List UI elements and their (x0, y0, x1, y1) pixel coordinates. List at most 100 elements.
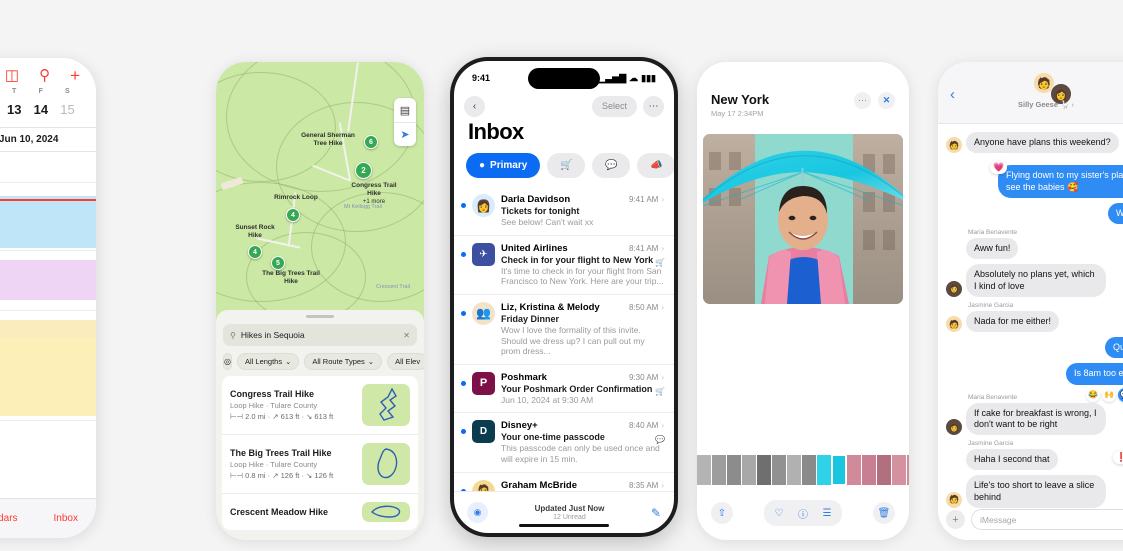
filter-all-route-types[interactable]: All Route Types ⌄ (304, 353, 383, 370)
message-bubble[interactable]: Life's too short to leave a slice behind (966, 475, 1106, 508)
map-controls[interactable]: ▤ ➤ (394, 98, 416, 146)
adjust-icon[interactable]: ☰ (816, 502, 838, 524)
list-item[interactable]: 👩 If cake for breakfast is wrong, I don'… (946, 402, 1123, 435)
list-item[interactable]: The Big Trees Trail Hike Loop Hike · Tul… (222, 435, 418, 494)
close-icon[interactable]: ✕ (878, 92, 895, 109)
compose-icon[interactable]: ✎ (651, 506, 661, 520)
favorite-icon[interactable]: ♡ (768, 502, 790, 524)
list-item[interactable]: Crescent Meadow Hike (222, 494, 418, 530)
reaction-hands-icon[interactable]: 🙌 (1102, 387, 1116, 402)
list-item[interactable]: Quick ques (946, 337, 1123, 359)
back-button[interactable]: ‹ (464, 95, 485, 117)
list-item[interactable]: Aww fun! (946, 238, 1123, 260)
message-bubble[interactable]: Is 8am too early for c (1065, 363, 1123, 385)
list-item[interactable]: Flying down to my sister's place to see … (946, 165, 1123, 198)
map-label-big-trees[interactable]: The Big Trees Trail Hike (236, 270, 346, 286)
filmstrip-selected[interactable] (832, 455, 846, 485)
list-item[interactable]: What about (946, 202, 1123, 224)
clear-icon[interactable]: ✕ (403, 331, 410, 340)
filter-target-icon[interactable]: ◎ (223, 353, 232, 370)
group-name[interactable]: Silly Geese 🪿 › (1018, 100, 1074, 109)
filter-icon[interactable]: ◉ (467, 502, 488, 523)
imessage-input[interactable]: iMessage (971, 509, 1123, 530)
select-button[interactable]: Select (591, 95, 637, 117)
back-button[interactable]: ‹ (950, 86, 955, 103)
table-row[interactable]: D Disney+ 8:40 AM › Your one-time passco… (454, 413, 674, 473)
filter-all-lengths[interactable]: All Lengths ⌄ (236, 353, 300, 370)
message-bubble[interactable]: Anyone have plans this weekend? (966, 132, 1119, 154)
calendar-day-3[interactable]: T 13 (2, 88, 27, 120)
tab-primary[interactable]: ● Primary (466, 153, 541, 178)
trash-icon[interactable]: 🗑 (873, 502, 895, 524)
table-row[interactable]: 🤵 Graham McBride 8:35 AM › Tell us if yo… (454, 473, 674, 491)
share-icon[interactable]: ⇧ (711, 502, 733, 524)
calendar-event[interactable]: Aikido ◯ 9:30 - 11AM (0, 196, 96, 248)
message-bubble[interactable]: Quick ques (1104, 337, 1123, 359)
message-bubble[interactable]: What about (1107, 202, 1123, 224)
table-row[interactable]: P Poshmark 9:30 AM › Your Poshmark Order… (454, 365, 674, 414)
locate-icon[interactable]: ➤ (394, 122, 416, 146)
message-bubble[interactable]: Nada for me either! (966, 310, 1060, 332)
list-item[interactable]: 👩 Absolutely no plans yet, which I kind … (946, 264, 1123, 297)
map-pin-general-sherman[interactable]: 6 (364, 135, 378, 149)
map-pin-big-trees[interactable]: 5 (271, 256, 285, 270)
table-row[interactable]: ✈ United Airlines 8:41 AM › Check in for… (454, 236, 674, 295)
tab-calendars[interactable]: Calendars (0, 513, 18, 524)
calendar-week-strip[interactable]: M 10 T 11 W 12 T 13 (0, 86, 86, 120)
photo-filmstrip[interactable] (697, 455, 909, 485)
calendar-day-5[interactable]: S 15 (55, 88, 80, 120)
tab-inbox[interactable]: Inbox (54, 513, 78, 524)
timestamp: 8:40 AM (628, 421, 659, 431)
map-label-sunset-rock[interactable]: Sunset Rock Hike (222, 224, 288, 240)
info-icon[interactable]: ⓘ (792, 502, 814, 524)
message-bubble[interactable]: Haha I second that (966, 449, 1058, 471)
calendar-view-icon[interactable]: ◫ (5, 68, 19, 83)
calendar-event[interactable]: Matcha with Samara ◯ 11:30AM - 12:30PM (0, 260, 96, 300)
add-icon[interactable]: + (70, 67, 80, 84)
layers-icon[interactable]: ▤ (394, 98, 416, 122)
list-item[interactable]: 🧑 Nada for me either! (946, 310, 1123, 332)
list-item[interactable]: 🧑 Life's too short to leave a slice behi… (946, 475, 1123, 508)
mail-message-list[interactable]: 👩 Darla Davidson 9:41 AM › Tickets for t… (454, 187, 674, 491)
map-label-rimrock-loop[interactable]: Rimrock Loop (256, 194, 336, 202)
calendar-toolbar: ◫ ⚲ + (0, 64, 86, 86)
map-pin-congress-trail[interactable]: 2 (355, 162, 372, 179)
message-bubble[interactable]: If cake for breakfast is wrong, I don't … (966, 402, 1106, 435)
reaction-add-icon[interactable]: 💬 (1118, 387, 1123, 402)
tapback-heart[interactable]: 💗 (990, 161, 1008, 175)
message-bubble[interactable]: Absolutely no plans yet, which I kind of… (966, 264, 1106, 297)
tab-transactions[interactable]: 🛒 (547, 153, 586, 178)
table-row[interactable]: 👥 Liz, Kristina & Melody 8:50 AM › Frida… (454, 295, 674, 365)
more-icon[interactable]: ⋯ (854, 92, 871, 109)
search-icon[interactable]: ⚲ (39, 68, 50, 83)
tapback-exclaim[interactable]: ❗ (1112, 451, 1123, 464)
calendar-travel-time[interactable]: 🚗 30 min travel time (0, 320, 96, 338)
calendar-event[interactable]: Studio time 🎨 ◯ 1:30 - 3:30PM (0, 338, 96, 416)
photo-viewer[interactable] (703, 134, 903, 304)
subject: Friday Dinner (501, 313, 560, 324)
event-time: ◯ 1:30 - 3:30PM (0, 353, 90, 361)
table-row[interactable]: 👩 Darla Davidson 9:41 AM › Tickets for t… (454, 187, 674, 236)
message-bubble[interactable]: Flying down to my sister's place to see … (998, 165, 1123, 198)
list-item[interactable]: 🧑 Anyone have plans this weekend? (946, 132, 1123, 154)
message-thread[interactable]: 🧑 Anyone have plans this weekend? 💗 Flyi… (938, 124, 1123, 508)
map-pin-sunset-rock[interactable]: 4 (248, 245, 262, 259)
calendar-day-4[interactable]: F 14 (28, 88, 53, 120)
more-icon[interactable]: ⋯ (643, 95, 664, 117)
calendar-day-grid[interactable]: Aikido ◯ 9:30 - 11AM Matcha with Samara … (0, 152, 96, 452)
tab-updates[interactable]: 💬 (592, 153, 631, 178)
search-input[interactable]: ⚲ Hikes in Sequoia ✕ (223, 324, 417, 346)
list-item[interactable]: Is 8am too early for c (946, 363, 1123, 385)
reaction-laugh-icon[interactable]: 😂 (1086, 387, 1100, 402)
tab-promotions[interactable]: 📣 (637, 153, 674, 178)
reaction-row[interactable]: 😂 🙌 💬 (1086, 387, 1123, 402)
add-attachment-icon[interactable]: + (946, 510, 965, 529)
map-pin-rimrock-loop[interactable]: 4 (286, 208, 300, 222)
list-item[interactable]: Congress Trail Hike Loop Hike · Tulare C… (222, 376, 418, 435)
list-item[interactable]: Haha I second that (946, 449, 1123, 471)
filter-all-elevation[interactable]: All Elev (387, 353, 424, 370)
map-label-general-sherman[interactable]: General Sherman Tree Hike (288, 132, 368, 148)
sheet-grabber[interactable] (306, 315, 334, 318)
cellular-icon: ▁▃▅▇ (598, 72, 627, 83)
message-bubble[interactable]: Aww fun! (966, 238, 1019, 260)
